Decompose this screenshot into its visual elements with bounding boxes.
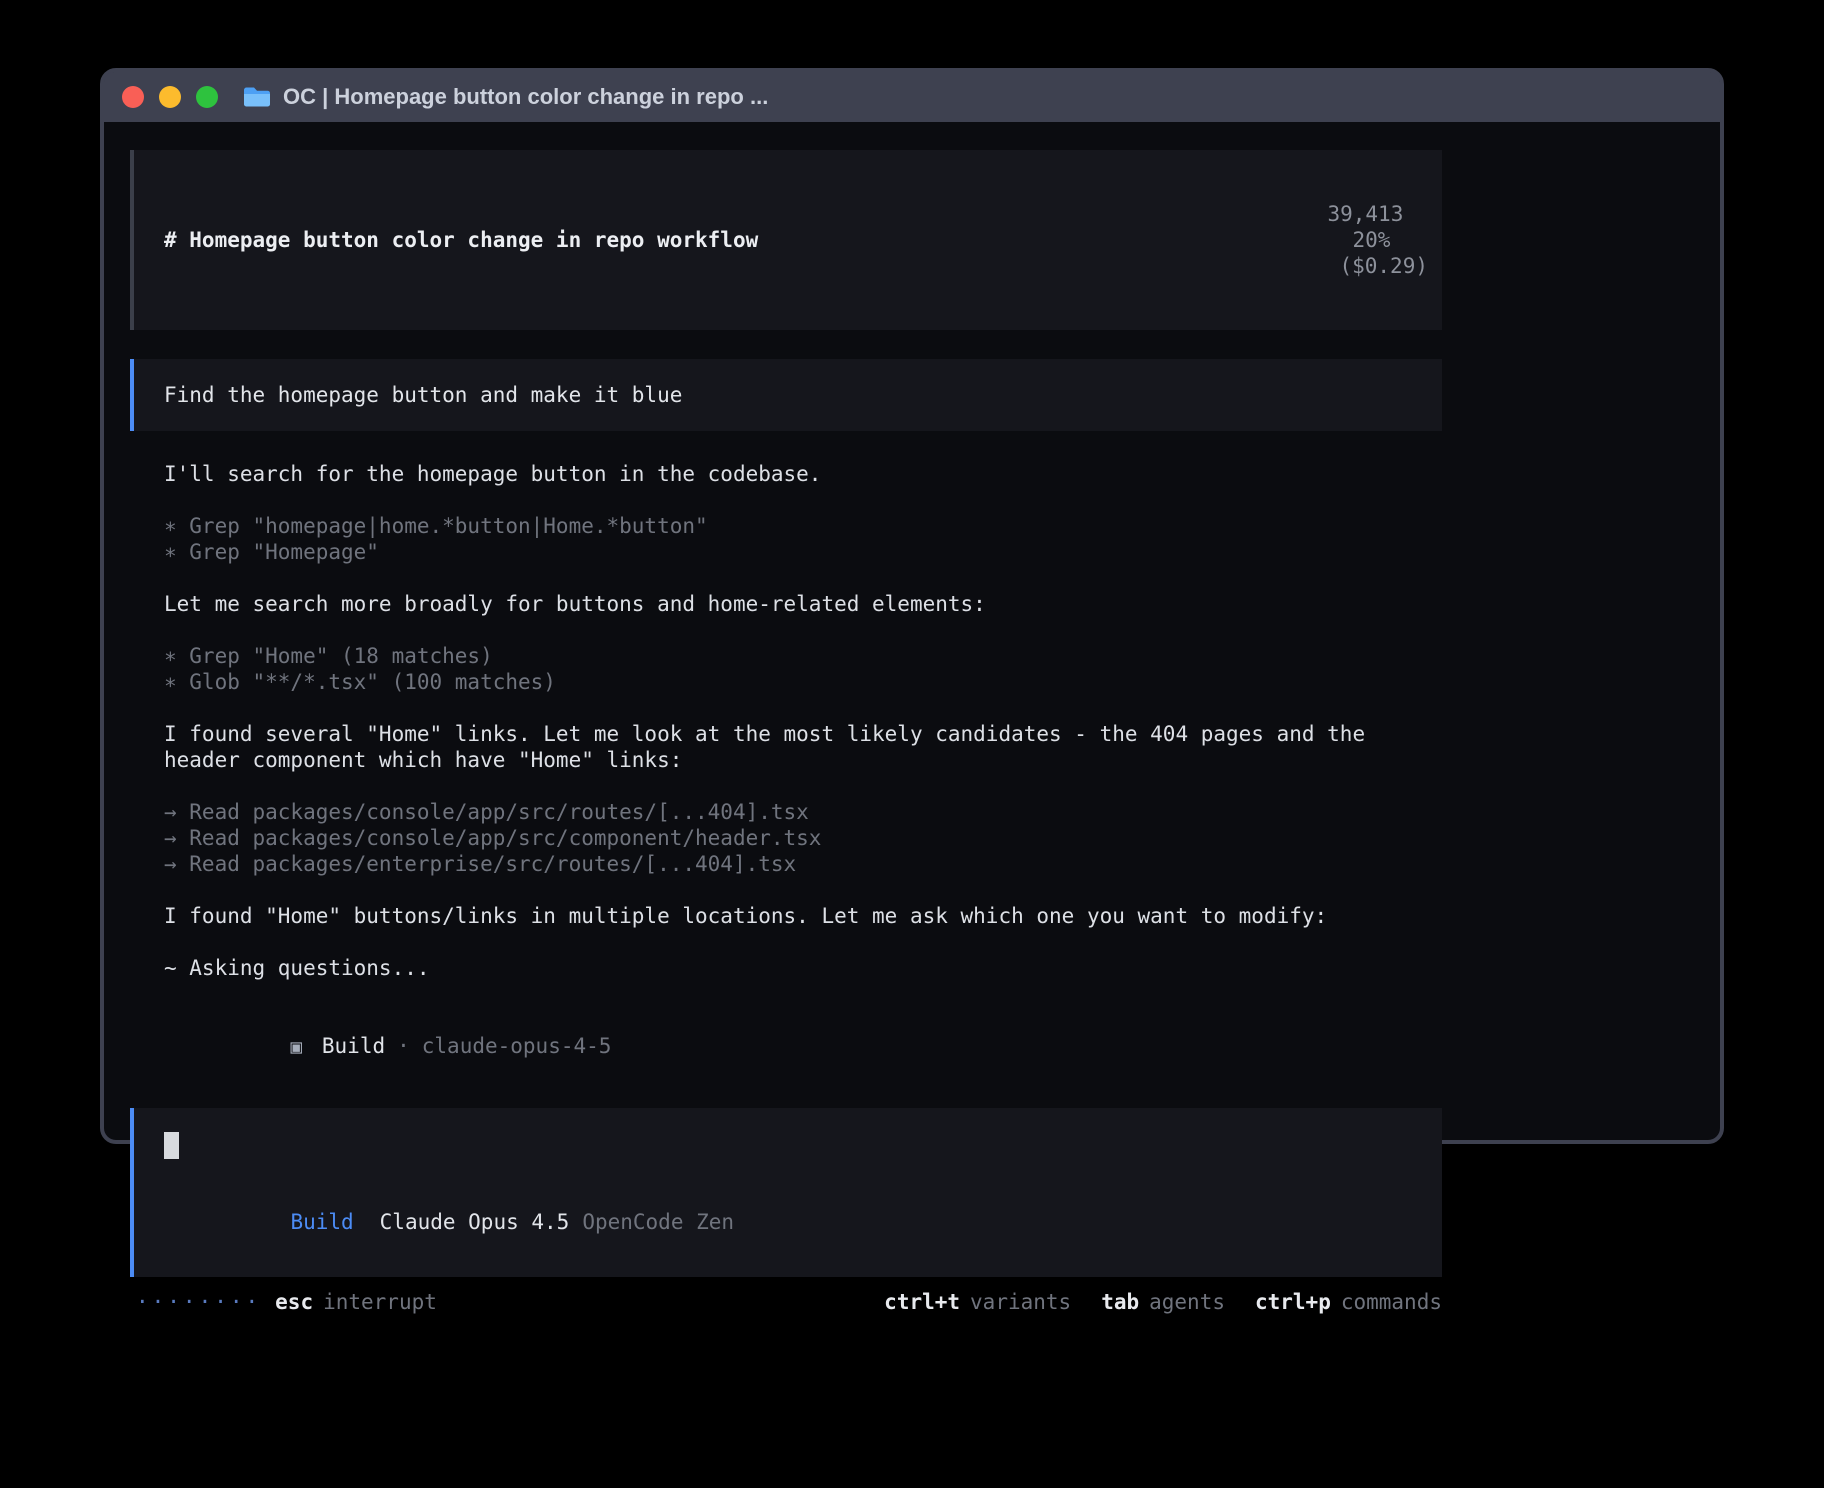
agent-icon: ▣ — [290, 1036, 301, 1058]
assistant-text: Let me search more broadly for buttons a… — [164, 591, 1438, 617]
session-header: # Homepage button color change in repo w… — [130, 150, 1442, 330]
shortcut-key-variants: ctrl+t — [884, 1289, 960, 1315]
input-provider-label: OpenCode Zen — [582, 1210, 734, 1234]
tool-call-line: → Read packages/enterprise/src/routes/[.… — [164, 851, 1438, 877]
window-title-area: OC | Homepage button color change in rep… — [242, 84, 768, 110]
session-stats: 39,413 20% ($0.29) — [1201, 175, 1428, 305]
statusbar: ········ esc interrupt ctrl+t variants tabag… — [130, 1289, 1442, 1315]
agent-status-line: ▣ Build · claude-opus-4-5 — [164, 1007, 1438, 1086]
folder-icon — [242, 85, 272, 109]
terminal-window: OC | Homepage button color change in rep… — [100, 68, 1724, 1144]
agent-model: claude-opus-4-5 — [422, 1034, 612, 1058]
shortcut-key-agents: tab — [1101, 1289, 1139, 1315]
assistant-transcript: I'll search for the homepage button in t… — [164, 461, 1438, 1086]
minimize-button[interactable] — [159, 86, 181, 108]
statusbar-left: ········ esc interrupt — [136, 1289, 437, 1315]
agent-name: Build — [322, 1034, 385, 1058]
prompt-input[interactable]: Build Claude Opus 4.5 OpenCode Zen — [130, 1108, 1442, 1277]
esc-key-hint: esc — [275, 1289, 313, 1315]
titlebar[interactable]: OC | Homepage button color change in rep… — [104, 72, 1720, 122]
terminal-content: # Homepage button color change in repo w… — [104, 122, 1720, 1315]
tool-call-line: → Read packages/console/app/src/routes/[… — [164, 799, 1438, 825]
close-button[interactable] — [122, 86, 144, 108]
user-message-text: Find the homepage button and make it blu… — [164, 383, 682, 407]
token-count: 39,413 — [1327, 202, 1403, 226]
session-cost: ($0.29) — [1339, 254, 1428, 278]
shortcut-label-variants: variants — [970, 1289, 1071, 1315]
agent-separator: · — [397, 1034, 410, 1058]
session-title: # Homepage button color change in repo w… — [164, 227, 758, 253]
spinner-dots: ········ — [136, 1289, 261, 1315]
tool-call-line: ∗ Grep "homepage|home.*button|Home.*butt… — [164, 513, 1438, 539]
text-cursor — [164, 1132, 179, 1159]
assistant-text: I found several "Home" links. Let me loo… — [164, 721, 1438, 773]
user-message: Find the homepage button and make it blu… — [130, 359, 1442, 431]
input-meta: Build Claude Opus 4.5 OpenCode Zen — [164, 1183, 1428, 1261]
zoom-button[interactable] — [196, 86, 218, 108]
input-model-label: Claude Opus 4.5 — [380, 1210, 570, 1234]
assistant-status-text: ~ Asking questions... — [164, 955, 1438, 981]
tool-call-line: ∗ Grep "Home" (18 matches) — [164, 643, 1438, 669]
tool-call-line: ∗ Glob "**/*.tsx" (100 matches) — [164, 669, 1438, 695]
shortcut-key-commands: ctrl+p — [1255, 1289, 1331, 1315]
esc-action-label: interrupt — [323, 1289, 437, 1315]
statusbar-right: ctrl+t variants tab agents ctrl+p commands — [884, 1289, 1442, 1315]
assistant-text: I'll search for the homepage button in t… — [164, 461, 1438, 487]
shortcut-label-commands: commands — [1341, 1289, 1442, 1315]
assistant-text: I found "Home" buttons/links in multiple… — [164, 903, 1438, 929]
window-controls — [122, 86, 218, 108]
shortcut-label-agents: agents — [1149, 1289, 1225, 1315]
window-title: OC | Homepage button color change in rep… — [283, 84, 768, 110]
tool-call-line: ∗ Grep "Homepage" — [164, 539, 1438, 565]
tool-call-line: → Read packages/console/app/src/componen… — [164, 825, 1438, 851]
context-percent: 20% — [1352, 228, 1390, 252]
input-mode-label[interactable]: Build — [290, 1210, 353, 1234]
